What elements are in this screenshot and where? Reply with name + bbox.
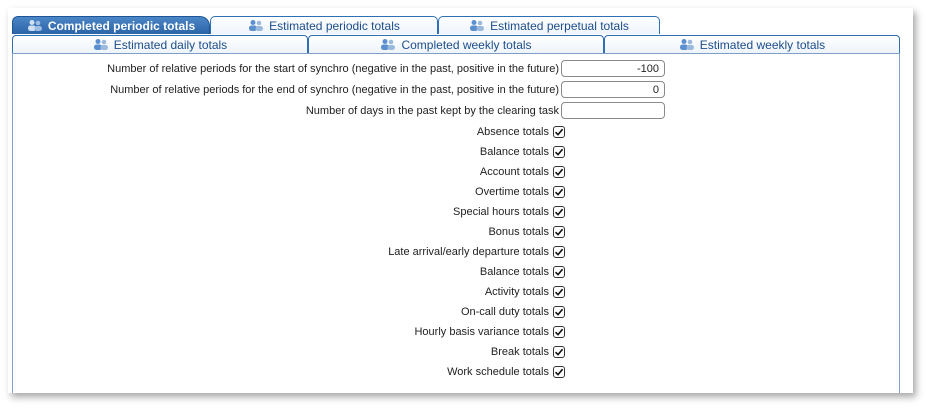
tab-estimated-perpetual-totals[interactable]: Estimated perpetual totals: [438, 16, 660, 34]
tab-label: Estimated weekly totals: [699, 37, 826, 52]
users-group-icon: [249, 20, 264, 31]
checkmark-icon: [554, 168, 564, 176]
users-group-icon: [679, 39, 694, 50]
checkmark-icon: [554, 288, 564, 296]
special-hours-totals-checkbox[interactable]: [553, 206, 565, 218]
sync-start-periods-label: Number of relative periods for the start…: [107, 62, 559, 75]
sync-end-periods-row: Number of relative periods for the end o…: [110, 81, 559, 98]
tab-estimated-weekly-totals[interactable]: Estimated weekly totals: [604, 35, 900, 53]
checkbox-row-bonus-totals: Bonus totals: [488, 224, 565, 240]
tab-row-bottom: Estimated daily totals Completed weekly …: [12, 35, 900, 53]
checkbox-row-break-totals: Break totals: [491, 344, 565, 360]
checkmark-icon: [554, 228, 564, 236]
checkbox-label: On-call duty totals: [460, 306, 549, 318]
checkbox-label: Balance totals: [479, 146, 549, 158]
checkbox-label: Absence totals: [476, 126, 549, 138]
tab-label: Estimated daily totals: [113, 37, 228, 52]
tab-label: Estimated periodic totals: [269, 18, 400, 33]
checkbox-row-late-arrival-totals: Late arrival/early departure totals: [388, 244, 565, 260]
checkbox-label: Overtime totals: [475, 186, 549, 198]
checkbox-row-on-call-duty-totals: On-call duty totals: [461, 304, 565, 320]
account-totals-checkbox[interactable]: [553, 166, 565, 178]
overtime-totals-checkbox[interactable]: [553, 186, 565, 198]
clearing-days-input[interactable]: [561, 102, 665, 119]
break-totals-checkbox[interactable]: [553, 346, 565, 358]
checkmark-icon: [554, 268, 564, 276]
tab-estimated-daily-totals[interactable]: Estimated daily totals: [12, 35, 308, 53]
tab-label: Estimated perpetual totals: [490, 18, 629, 33]
checkmark-icon: [554, 128, 564, 136]
checkbox-row-overtime-totals: Overtime totals: [475, 184, 565, 200]
clearing-days-row: Number of days in the past kept by the c…: [306, 102, 559, 119]
tab-row-top: Completed periodic totals Estimated peri…: [12, 16, 660, 34]
tab-label: Completed periodic totals: [47, 18, 196, 33]
users-group-icon: [93, 39, 108, 50]
balance-totals-2-checkbox[interactable]: [553, 266, 565, 278]
checkbox-row-hourly-basis-variance-totals: Hourly basis variance totals: [414, 324, 565, 340]
checkbox-label: Bonus totals: [488, 226, 549, 238]
checkmark-icon: [554, 208, 564, 216]
absence-totals-checkbox[interactable]: [553, 126, 565, 138]
sync-end-periods-label: Number of relative periods for the end o…: [110, 83, 559, 96]
checkbox-row-activity-totals: Activity totals: [485, 284, 565, 300]
hourly-basis-variance-totals-checkbox[interactable]: [553, 326, 565, 338]
window-frame: Completed periodic totals Estimated peri…: [8, 8, 913, 393]
users-group-icon: [27, 20, 42, 31]
checkbox-row-balance-totals-2: Balance totals: [480, 264, 565, 280]
tab-completed-weekly-totals[interactable]: Completed weekly totals: [308, 35, 604, 53]
checkbox-label: Break totals: [490, 346, 549, 358]
checkmark-icon: [554, 328, 564, 336]
checkmark-icon: [554, 248, 564, 256]
tab-completed-periodic-totals[interactable]: Completed periodic totals: [12, 16, 210, 34]
settings-panel: Number of relative periods for the start…: [12, 53, 900, 393]
checkbox-label: Activity totals: [484, 286, 549, 298]
checkbox-row-work-schedule-totals: Work schedule totals: [447, 364, 565, 380]
tab-estimated-periodic-totals[interactable]: Estimated periodic totals: [210, 16, 438, 34]
late-arrival-early-departure-totals-checkbox[interactable]: [553, 246, 565, 258]
checkmark-icon: [554, 348, 564, 356]
activity-totals-checkbox[interactable]: [553, 286, 565, 298]
checkbox-label: Hourly basis variance totals: [414, 326, 549, 338]
on-call-duty-totals-checkbox[interactable]: [553, 306, 565, 318]
sync-start-periods-input[interactable]: [561, 60, 665, 77]
tab-label: Completed weekly totals: [401, 37, 532, 52]
work-schedule-totals-checkbox[interactable]: [553, 366, 565, 378]
checkmark-icon: [554, 188, 564, 196]
checkbox-row-absence-totals: Absence totals: [477, 124, 565, 140]
users-group-icon: [470, 20, 485, 31]
sync-end-periods-input[interactable]: [561, 81, 665, 98]
checkbox-row-account-totals: Account totals: [480, 164, 565, 180]
checkbox-label: Late arrival/early departure totals: [388, 246, 549, 258]
checkbox-row-balance-totals: Balance totals: [480, 144, 565, 160]
balance-totals-checkbox[interactable]: [553, 146, 565, 158]
checkmark-icon: [554, 308, 564, 316]
users-group-icon: [381, 39, 396, 50]
checkbox-label: Work schedule totals: [447, 366, 549, 378]
checkbox-label: Account totals: [479, 166, 549, 178]
checkbox-label: Special hours totals: [453, 206, 549, 218]
sync-start-periods-row: Number of relative periods for the start…: [107, 60, 559, 77]
checkbox-label: Balance totals: [479, 266, 549, 278]
bonus-totals-checkbox[interactable]: [553, 226, 565, 238]
checkbox-row-special-hours-totals: Special hours totals: [453, 204, 565, 220]
checkmark-icon: [554, 148, 564, 156]
checkmark-icon: [554, 368, 564, 376]
clearing-days-label: Number of days in the past kept by the c…: [305, 104, 559, 117]
